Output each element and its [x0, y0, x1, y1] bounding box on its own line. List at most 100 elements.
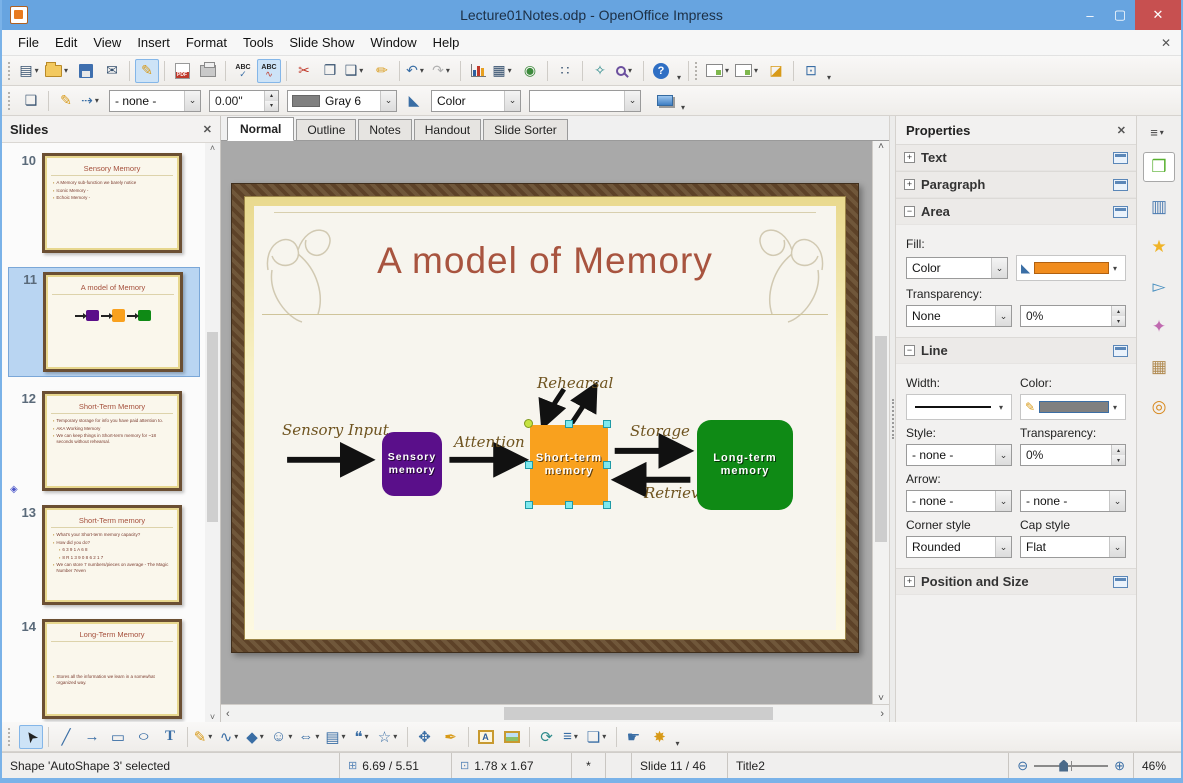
- spin-up-icon[interactable]: ▴: [1112, 445, 1125, 455]
- sensory-memory-box[interactable]: Sensory memory: [382, 432, 442, 496]
- selection-handle[interactable]: [603, 461, 611, 469]
- menu-insert[interactable]: Insert: [129, 31, 178, 54]
- transparency-type-select[interactable]: None ⌄: [906, 305, 1012, 327]
- menu-slide-show[interactable]: Slide Show: [281, 31, 362, 54]
- selection-handle[interactable]: [565, 420, 573, 428]
- alignment-tool[interactable]: ≡ ▾: [561, 725, 585, 749]
- label-attention[interactable]: Attention: [454, 433, 525, 451]
- chevron-down-icon[interactable]: ⌄: [995, 306, 1011, 326]
- menu-tools[interactable]: Tools: [235, 31, 281, 54]
- sidebar-tab-custom-animation[interactable]: ★: [1143, 232, 1175, 262]
- sidebar-tab-styles[interactable]: ✦: [1143, 312, 1175, 342]
- navigator-button[interactable]: ✧: [588, 59, 612, 83]
- toolbar-overflow[interactable]: ▾: [677, 73, 681, 85]
- selection-handle[interactable]: [525, 461, 533, 469]
- curve-tool[interactable]: ✎ ▾: [193, 725, 217, 749]
- stars-tool[interactable]: ☆ ▾: [378, 725, 402, 749]
- fill-type-select[interactable]: Color ⌄: [431, 89, 521, 112]
- zoom-percent[interactable]: 46%: [1133, 753, 1181, 778]
- menu-view[interactable]: View: [85, 31, 129, 54]
- menu-file[interactable]: File: [10, 31, 47, 54]
- edit-file-button[interactable]: ✎: [135, 58, 159, 83]
- tab-handout[interactable]: Handout: [413, 119, 482, 140]
- new-button[interactable]: ▤ ▾: [19, 59, 43, 83]
- long-term-memory-box[interactable]: Long-term memory: [697, 420, 793, 510]
- arrow-end-select[interactable]: - none - ⌄: [1020, 490, 1126, 512]
- open-button[interactable]: ▾: [45, 59, 72, 83]
- basic-shapes-tool[interactable]: ◆ ▾: [245, 725, 269, 749]
- line-width-spinner[interactable]: 0.00" ▴ ▾: [209, 89, 279, 112]
- collapse-icon[interactable]: −: [904, 345, 915, 356]
- chevron-down-icon[interactable]: ▾: [1113, 264, 1121, 273]
- scrollbar-thumb[interactable]: [503, 707, 773, 720]
- spellcheck-button[interactable]: ABC ✓: [231, 59, 255, 83]
- fill-bucket-button[interactable]: ◣: [402, 89, 426, 113]
- dialog-launcher-icon[interactable]: [1113, 178, 1128, 191]
- line-style-select[interactable]: - none - ⌄: [906, 444, 1012, 466]
- hyperlink-button[interactable]: ◉: [518, 59, 542, 83]
- sidebar-tab-properties[interactable]: ❒: [1143, 152, 1175, 182]
- close-button[interactable]: ✕: [1135, 0, 1181, 30]
- animation-indicator-icon[interactable]: ◈: [10, 484, 18, 495]
- line-width-select[interactable]: ▾: [906, 394, 1012, 420]
- fill-type-select[interactable]: Color ⌄: [906, 257, 1008, 279]
- email-button[interactable]: ✉: [100, 59, 124, 83]
- menu-format[interactable]: Format: [178, 31, 235, 54]
- dialog-launcher-icon[interactable]: [1113, 205, 1128, 218]
- tab-outline[interactable]: Outline: [296, 119, 357, 140]
- maximize-button[interactable]: ▢: [1105, 0, 1135, 30]
- zoom-control[interactable]: ⊖ ⊕: [1009, 758, 1133, 774]
- vertical-scrollbar[interactable]: ˄ ˅: [872, 141, 889, 704]
- chevron-down-icon[interactable]: ▾: [999, 403, 1007, 412]
- grid-button[interactable]: ∷: [553, 59, 577, 83]
- zoom-slider-thumb[interactable]: [1059, 759, 1069, 772]
- from-file-tool[interactable]: [500, 725, 524, 749]
- spin-down-icon[interactable]: ▾: [265, 100, 278, 111]
- line-button[interactable]: ✎: [54, 89, 78, 113]
- zoom-out-icon[interactable]: ⊖: [1017, 758, 1028, 774]
- toolbar-overflow[interactable]: ▾: [681, 103, 685, 115]
- block-arrows-tool[interactable]: ⇔ ▾: [298, 725, 323, 749]
- slides-panel-close-icon[interactable]: ✕: [203, 123, 212, 136]
- menu-edit[interactable]: Edit: [47, 31, 85, 54]
- chevron-down-icon[interactable]: ⌄: [1109, 491, 1125, 511]
- toolbar-overflow[interactable]: ▾: [676, 739, 680, 751]
- fill-color-select[interactable]: ⌄: [529, 89, 641, 112]
- line-tool[interactable]: ╱: [54, 725, 78, 749]
- sidebar-menu-icon[interactable]: ≡ ▾: [1143, 122, 1175, 142]
- slide-canvas[interactable]: A model of Memory Sensory Input Attentio…: [221, 141, 872, 704]
- callouts-tool[interactable]: ❝ ▾: [352, 725, 376, 749]
- toolbar-grip[interactable]: [8, 727, 13, 746]
- properties-close-icon[interactable]: ✕: [1117, 124, 1126, 137]
- spin-down-icon[interactable]: ▾: [1112, 455, 1125, 465]
- dialog-launcher-icon[interactable]: [1113, 575, 1128, 588]
- scroll-down-icon[interactable]: ˅: [210, 712, 215, 722]
- slides-panel-scrollbar[interactable]: ˄ ˅: [205, 143, 220, 722]
- expand-icon[interactable]: +: [904, 179, 915, 190]
- dialog-launcher-icon[interactable]: [1113, 151, 1128, 164]
- menu-help[interactable]: Help: [425, 31, 468, 54]
- symbol-shapes-tool[interactable]: ☺ ▾: [271, 725, 296, 749]
- label-rehearsal[interactable]: Rehearsal: [537, 374, 613, 392]
- arrow-style-button[interactable]: ⇢ ▾: [80, 89, 104, 113]
- glue-points-tool[interactable]: ✒: [439, 725, 463, 749]
- tab-normal[interactable]: Normal: [227, 117, 295, 141]
- arrange-tool[interactable]: ❏ ▾: [587, 725, 611, 749]
- slide-editing-area[interactable]: A model of Memory Sensory Input Attentio…: [231, 183, 859, 653]
- toolbar-grip[interactable]: [8, 61, 13, 80]
- text-tool[interactable]: T: [158, 725, 182, 749]
- shadow-button[interactable]: [653, 89, 677, 113]
- dialog-launcher-icon[interactable]: [1113, 344, 1128, 357]
- redo-button[interactable]: ↷ ▾: [431, 59, 455, 83]
- chevron-down-icon[interactable]: ⌄: [995, 537, 1011, 557]
- export-pdf-button[interactable]: PDF: [170, 59, 194, 83]
- selection-handle[interactable]: [565, 501, 573, 509]
- selection-handle[interactable]: [603, 501, 611, 509]
- line-transparency-spinner[interactable]: 0% ▴ ▾: [1020, 444, 1126, 466]
- sidebar-tab-master-pages[interactable]: ▥: [1143, 192, 1175, 222]
- save-button[interactable]: [74, 59, 98, 83]
- tab-slide-sorter[interactable]: Slide Sorter: [483, 119, 568, 140]
- chevron-down-icon[interactable]: ⌄: [995, 491, 1011, 511]
- zoom-in-icon[interactable]: ⊕: [1114, 758, 1125, 774]
- flowchart-tool[interactable]: ▤ ▾: [325, 725, 349, 749]
